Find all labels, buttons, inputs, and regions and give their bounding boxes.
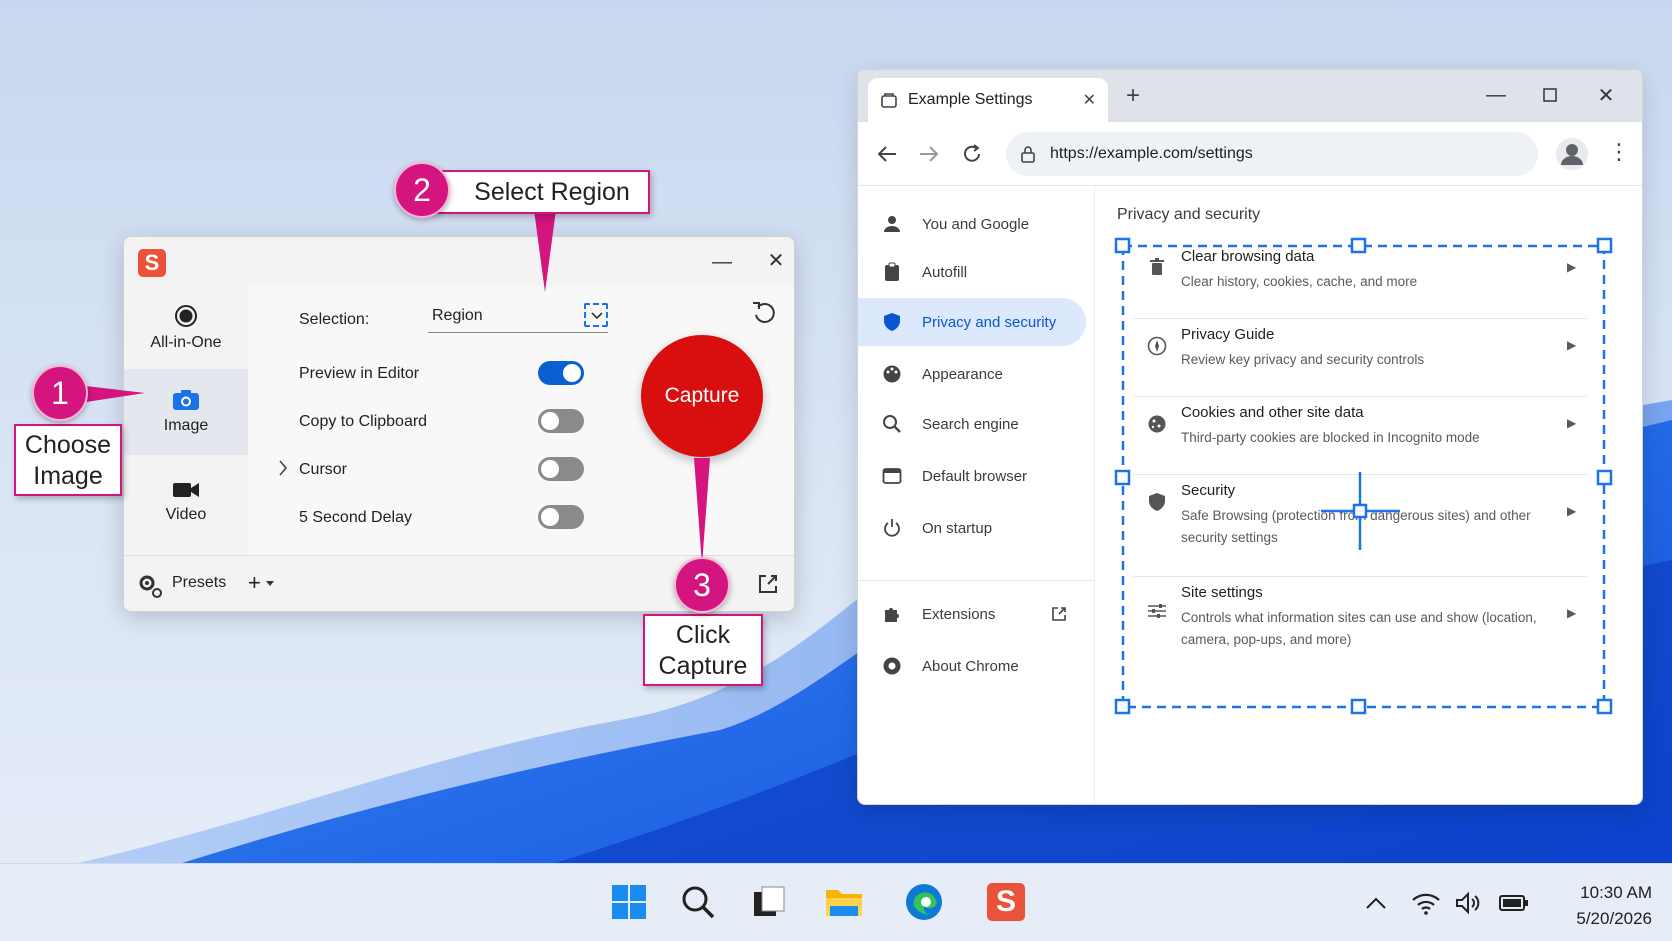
- file-explorer-icon[interactable]: [822, 880, 866, 924]
- callout-pointers: [86, 210, 710, 565]
- step-badge-1: 1: [32, 365, 88, 421]
- search-icon[interactable]: [676, 880, 720, 924]
- wifi-icon[interactable]: [1410, 888, 1442, 918]
- chevron-up-icon[interactable]: [1360, 888, 1392, 918]
- callout-click-capture: Click Capture: [643, 614, 763, 686]
- task-view-icon[interactable]: [746, 880, 790, 924]
- volume-icon[interactable]: [1454, 888, 1486, 918]
- system-clock[interactable]: 10:30 AM 5/20/2026: [1576, 880, 1652, 932]
- edge-icon[interactable]: [902, 880, 946, 924]
- step-badge-2: 2: [394, 162, 450, 218]
- callout-text: Choose: [24, 431, 112, 459]
- snagit-icon[interactable]: S: [984, 880, 1028, 924]
- callout-select-region: Select Region: [430, 170, 650, 214]
- clock-time: 10:30 AM: [1580, 883, 1652, 902]
- taskbar: S 10:30 AM 5/20/2026: [0, 863, 1672, 941]
- clock-date: 5/20/2026: [1576, 909, 1652, 928]
- callout-text: Image: [33, 462, 103, 490]
- step-badge-3: 3: [674, 557, 730, 613]
- battery-icon[interactable]: [1498, 888, 1530, 918]
- callout-choose-image: Choose Image: [14, 424, 122, 496]
- windows-start-icon[interactable]: [607, 880, 651, 924]
- callout-text: Capture: [658, 652, 748, 680]
- callout-text: Click: [675, 621, 731, 649]
